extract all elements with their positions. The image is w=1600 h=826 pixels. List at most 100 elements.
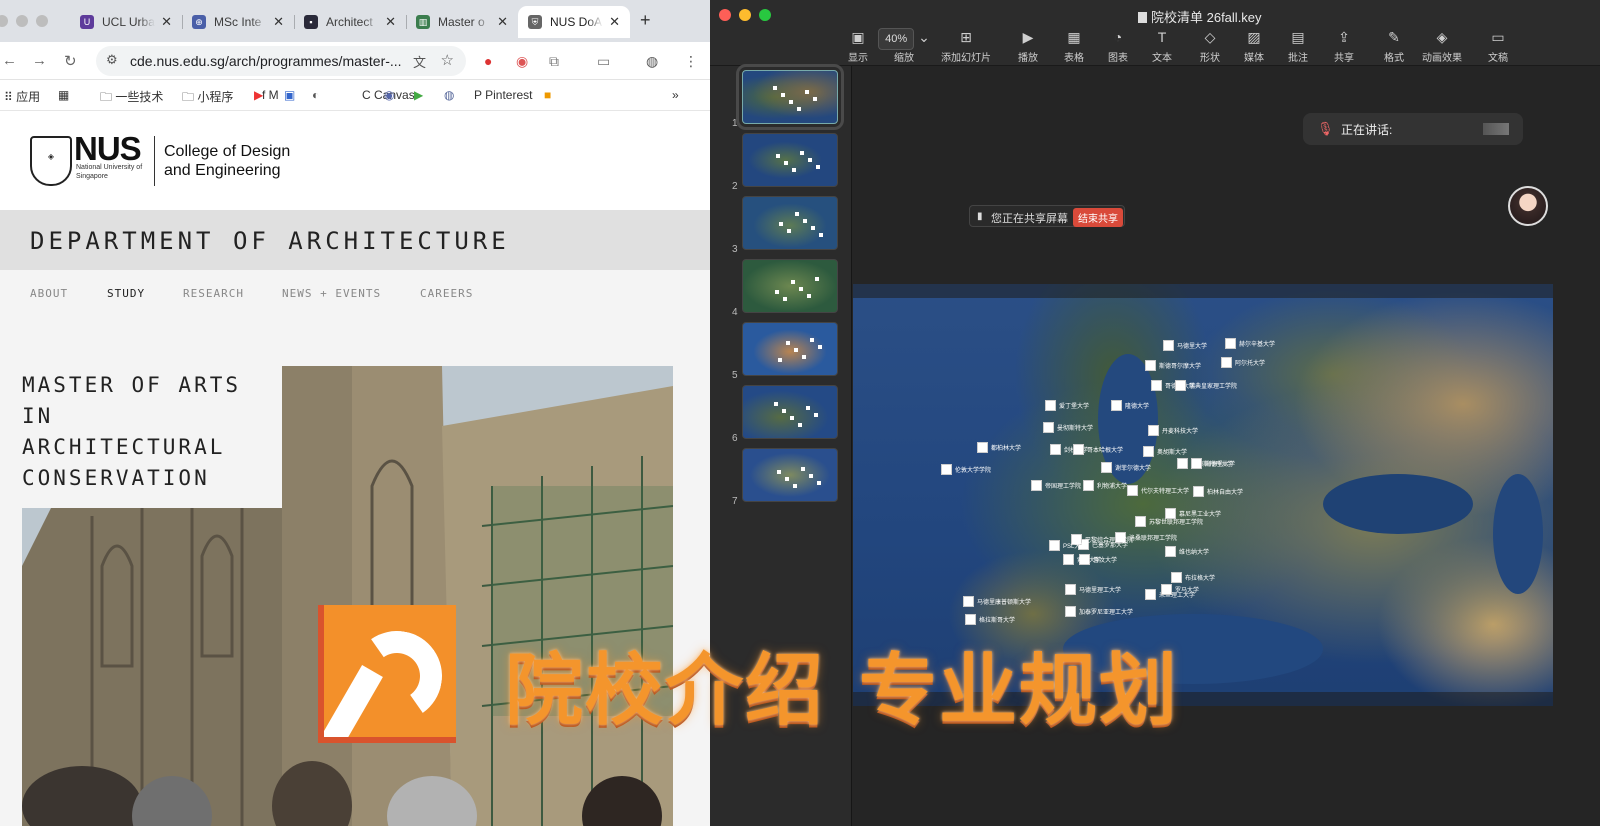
map-university-pin[interactable]: 爱丁堡大学 bbox=[1045, 400, 1089, 411]
map-university-pin[interactable]: 利物浦大学 bbox=[1083, 480, 1127, 491]
map-university-pin[interactable]: 维也纳大学 bbox=[1165, 546, 1209, 557]
site-nav-item[interactable]: ABOUT bbox=[30, 287, 68, 300]
toolbar-add-slide-button[interactable]: ⊞ 添加幻灯片 bbox=[936, 28, 996, 64]
tab-close-icon[interactable]: ✕ bbox=[497, 14, 508, 30]
browser-tab[interactable]: U UCL Urba ✕ bbox=[70, 6, 182, 38]
university-logo-icon bbox=[1111, 400, 1122, 411]
map-university-pin[interactable]: 格拉斯哥大学 bbox=[965, 614, 1015, 625]
zoom-window-button[interactable] bbox=[36, 15, 48, 27]
extensions-puzzle-icon[interactable]: ⧉ bbox=[549, 53, 559, 70]
map-university-pin[interactable]: 斯德哥尔摩大学 bbox=[1145, 360, 1201, 371]
profile-icon[interactable]: ◍ bbox=[646, 53, 658, 70]
tab-close-icon[interactable]: ✕ bbox=[609, 14, 620, 30]
map-university-pin[interactable]: PSL大学 bbox=[1049, 540, 1086, 551]
extension-icon-1[interactable]: ● bbox=[484, 53, 492, 69]
map-university-pin[interactable]: 马德里理工大学 bbox=[1065, 584, 1121, 595]
slide-thumbnail[interactable] bbox=[742, 259, 838, 313]
slide-thumbnail[interactable] bbox=[742, 385, 838, 439]
map-university-pin[interactable]: 代尔夫特理工大学 bbox=[1127, 485, 1189, 496]
bookmark-favicon-icon[interactable]: ▶ bbox=[414, 88, 423, 102]
bookmark-item[interactable]: ▦ bbox=[58, 88, 69, 102]
slide-thumbnail[interactable] bbox=[736, 64, 844, 130]
browser-tab[interactable]: ⊕ MSc Inte ✕ bbox=[182, 6, 294, 38]
forward-icon[interactable]: → bbox=[32, 52, 47, 69]
bookmark-favicon-icon[interactable]: ◉ bbox=[384, 88, 394, 102]
map-university-pin[interactable]: 都柏林大学 bbox=[977, 442, 1021, 453]
browser-tab[interactable]: ▥ Master o ✕ bbox=[406, 6, 518, 38]
site-nav-item[interactable]: STUDY bbox=[107, 287, 145, 300]
map-university-pin[interactable]: 哥本哈根大学 bbox=[1073, 444, 1123, 455]
university-logo-icon bbox=[1193, 486, 1204, 497]
browser-tab[interactable]: ▪ Architect ✕ bbox=[294, 6, 406, 38]
college-name[interactable]: College of Design and Engineering bbox=[164, 142, 304, 180]
bookmark-favicon-icon[interactable]: ■ bbox=[544, 88, 551, 102]
minimize-window-button[interactable] bbox=[16, 15, 28, 27]
zoom-select[interactable]: 40% bbox=[878, 28, 915, 50]
close-window-button[interactable] bbox=[0, 15, 8, 27]
map-university-pin[interactable]: 加泰罗尼亚理工大学 bbox=[1065, 606, 1133, 617]
map-university-pin[interactable]: 苏黎世联邦理工学院 bbox=[1135, 516, 1203, 527]
end-share-button[interactable]: 结束共享 bbox=[1073, 208, 1123, 227]
department-title[interactable]: DEPARTMENT OF ARCHITECTURE bbox=[30, 227, 510, 255]
site-nav-item[interactable]: NEWS + EVENTS bbox=[282, 287, 381, 300]
menu-icon[interactable]: ⋮ bbox=[684, 53, 698, 70]
keynote-minimize-button[interactable] bbox=[739, 9, 751, 21]
back-icon[interactable]: ← bbox=[2, 52, 17, 69]
slide-thumbnail[interactable] bbox=[742, 322, 838, 376]
map-university-pin[interactable]: 瑞典皇家理工学院 bbox=[1175, 380, 1237, 391]
map-university-pin[interactable]: 赫尔辛基大学 bbox=[1225, 338, 1275, 349]
user-avatar[interactable] bbox=[1508, 186, 1548, 226]
map-university-pin[interactable]: 马德里大学 bbox=[1163, 340, 1207, 351]
cast-icon[interactable]: ▭ bbox=[597, 53, 610, 70]
new-tab-button[interactable]: + bbox=[640, 10, 651, 31]
tab-close-icon[interactable]: ✕ bbox=[161, 14, 172, 30]
bookmark-item[interactable]: P Pinterest bbox=[474, 88, 532, 102]
site-nav-item[interactable]: CAREERS bbox=[420, 287, 473, 300]
map-university-pin[interactable]: 曼彻斯特大学 bbox=[1043, 422, 1093, 433]
toolbar-label: 动画效果 bbox=[1422, 53, 1462, 64]
map-university-pin[interactable]: 阿尔托大学 bbox=[1221, 357, 1265, 368]
slide-number: 4 bbox=[732, 307, 738, 318]
site-info-icon[interactable]: ⚙ bbox=[106, 52, 118, 68]
slide-thumbnail[interactable] bbox=[742, 133, 838, 187]
bookmark-item[interactable]: f M bbox=[262, 88, 279, 102]
map-university-pin[interactable]: 丹麦科技大学 bbox=[1148, 425, 1198, 436]
translate-icon[interactable]: 文 bbox=[413, 52, 426, 71]
url-text[interactable]: cde.nus.edu.sg/arch/programmes/master-..… bbox=[130, 53, 402, 69]
map-university-pin[interactable]: 柏林自由大学 bbox=[1193, 486, 1243, 497]
tab-close-icon[interactable]: ✕ bbox=[273, 14, 284, 30]
map-university-pin[interactable]: 马德里康普顿斯大学 bbox=[963, 596, 1031, 607]
map-university-pin[interactable]: 谢菲尔德大学 bbox=[1101, 462, 1151, 473]
bookmarks-overflow-icon[interactable]: » bbox=[672, 88, 679, 102]
map-university-pin[interactable]: 帝国理工学院 bbox=[1031, 480, 1081, 491]
site-nav-item[interactable]: RESEARCH bbox=[183, 287, 244, 300]
toolbar-animate-button[interactable]: ◈ 动画效果 bbox=[1412, 28, 1472, 64]
slide-thumbnail[interactable] bbox=[742, 196, 838, 250]
keynote-zoom-button[interactable] bbox=[759, 9, 771, 21]
map-university-pin[interactable]: 伦敦大学学院 bbox=[941, 464, 991, 475]
browser-tab[interactable]: ⛨ NUS DoA ✕ bbox=[518, 6, 630, 38]
bookmark-favicon-icon[interactable]: ▶ bbox=[254, 88, 263, 102]
map-university-pin[interactable]: 海德堡大学 bbox=[1191, 458, 1235, 469]
slide-thumbnail[interactable] bbox=[742, 448, 838, 502]
tab-close-icon[interactable]: ✕ bbox=[385, 14, 396, 30]
map-university-pin[interactable]: 布拉格大学 bbox=[1171, 572, 1215, 583]
bookmark-favicon-icon[interactable]: ▣ bbox=[284, 88, 295, 102]
extension-icon-2[interactable]: ◉ bbox=[516, 53, 528, 70]
map-university-pin[interactable]: 奥胡斯大学 bbox=[1143, 446, 1187, 457]
nus-crest-logo[interactable]: ◈ bbox=[30, 136, 72, 186]
bookmark-favicon-icon[interactable]: ◐ bbox=[312, 88, 319, 102]
keynote-close-button[interactable] bbox=[719, 9, 731, 21]
toolbar-zoom-button[interactable]: 40% ⌄ 缩放 bbox=[874, 28, 934, 64]
bookmark-favicon-icon[interactable]: ◍ bbox=[444, 88, 454, 102]
bookmark-item[interactable]: ⠿ 应用 bbox=[4, 88, 40, 105]
reload-icon[interactable]: ↻ bbox=[64, 52, 77, 70]
bookmark-star-icon[interactable]: ☆ bbox=[441, 51, 454, 69]
map-university-pin[interactable]: 索邦大学 bbox=[1063, 554, 1101, 565]
toolbar-document-button[interactable]: ▭ 文稿 bbox=[1468, 28, 1528, 64]
address-bar[interactable]: ⚙ cde.nus.edu.sg/arch/programmes/master-… bbox=[96, 46, 466, 76]
map-university-pin[interactable]: 罗马大学 bbox=[1161, 584, 1199, 595]
bookmark-item[interactable]: 🗀 小程序 bbox=[182, 88, 233, 109]
map-university-pin[interactable]: 隆德大学 bbox=[1111, 400, 1149, 411]
bookmark-item[interactable]: 🗀 一些技术 bbox=[100, 88, 163, 109]
